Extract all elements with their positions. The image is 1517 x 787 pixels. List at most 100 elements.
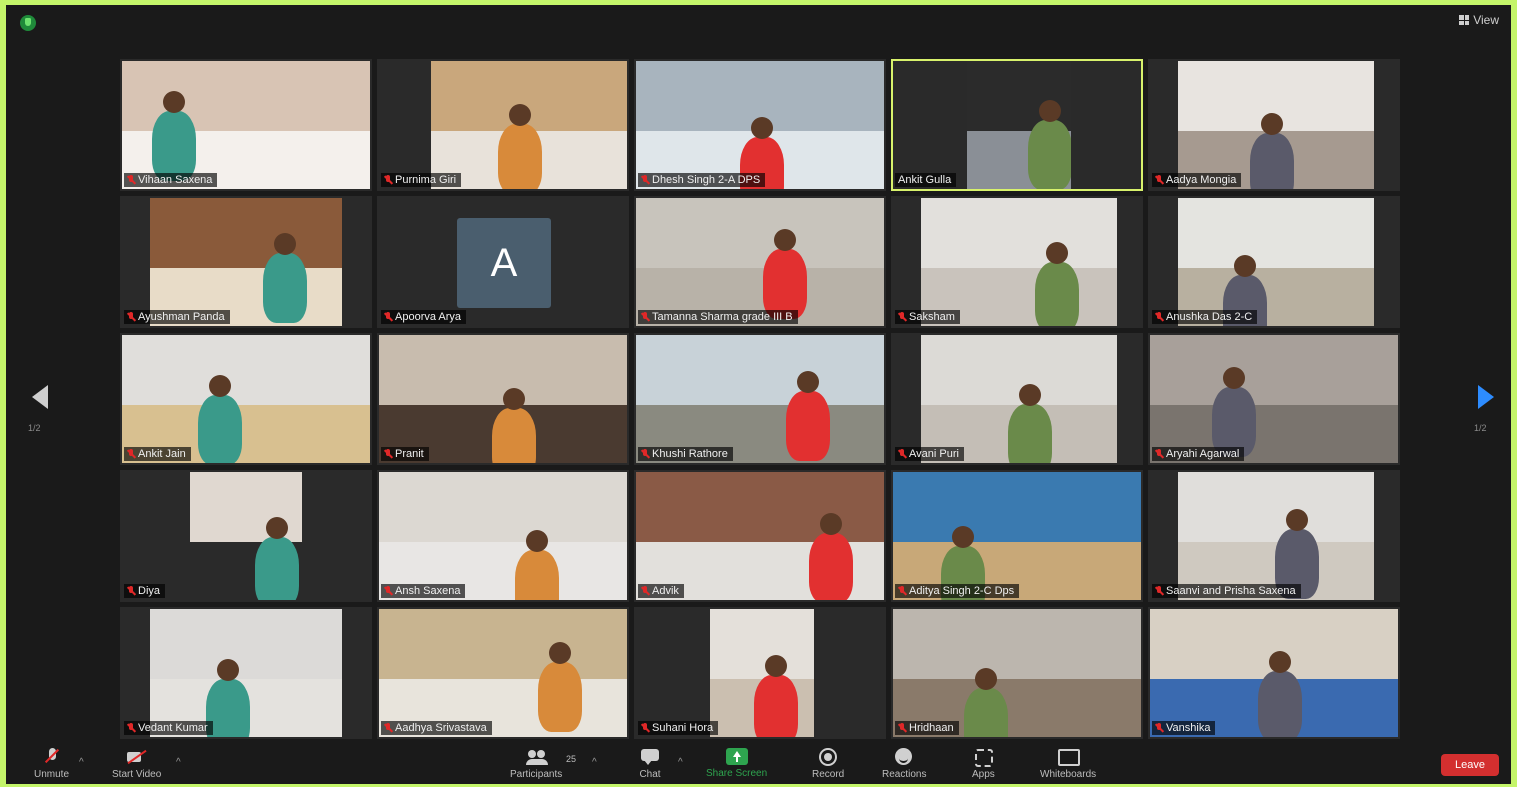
share-screen-icon bbox=[725, 748, 748, 765]
shield-icon[interactable] bbox=[20, 15, 36, 31]
participant-tile[interactable]: Ankit Gulla bbox=[891, 59, 1143, 191]
participant-head bbox=[1286, 509, 1308, 531]
participant-name-tag: Diya bbox=[124, 584, 166, 598]
participant-head bbox=[509, 104, 531, 126]
meeting-toolbar: Unmute ^ Start Video ^ Participants 25 ^… bbox=[6, 742, 1511, 784]
participant-tile[interactable]: Suhani Hora bbox=[634, 607, 886, 739]
participant-figure bbox=[515, 550, 559, 600]
participant-tile[interactable]: Aryahi Agarwal bbox=[1148, 333, 1400, 465]
participant-head bbox=[526, 530, 548, 552]
mic-muted-icon bbox=[1155, 723, 1163, 733]
record-button[interactable]: Record bbox=[812, 748, 844, 780]
participant-tile[interactable]: Saksham bbox=[891, 196, 1143, 328]
participant-tile[interactable]: Aadya Mongia bbox=[1148, 59, 1400, 191]
participant-video bbox=[636, 472, 884, 600]
mic-muted-icon bbox=[1155, 175, 1163, 185]
participant-name-tag: Avani Puri bbox=[895, 447, 964, 461]
participant-figure bbox=[754, 675, 798, 737]
participant-tile[interactable]: Vedant Kumar bbox=[120, 607, 372, 739]
view-button[interactable]: View bbox=[1459, 13, 1499, 27]
video-options-caret[interactable]: ^ bbox=[176, 757, 181, 768]
participant-name-tag: Aryahi Agarwal bbox=[1152, 447, 1245, 461]
mic-muted-icon bbox=[641, 175, 649, 185]
participant-name-tag: Hridhaan bbox=[895, 721, 959, 735]
participant-name: Aadhya Srivastava bbox=[395, 722, 487, 734]
participant-tile[interactable]: Aditya Singh 2-C Dps bbox=[891, 470, 1143, 602]
participant-figure bbox=[809, 533, 853, 600]
chat-options-caret[interactable]: ^ bbox=[678, 757, 683, 768]
chat-button[interactable]: Chat bbox=[639, 748, 661, 780]
participant-video bbox=[710, 609, 814, 737]
participant-tile[interactable]: Ayushman Panda bbox=[120, 196, 372, 328]
participant-name: Vedant Kumar bbox=[138, 722, 208, 734]
participants-button[interactable]: Participants bbox=[510, 748, 562, 780]
participant-head bbox=[1269, 651, 1291, 673]
participant-tile[interactable]: Khushi Rathore bbox=[634, 333, 886, 465]
participant-tile[interactable]: Tamanna Sharma grade III B bbox=[634, 196, 886, 328]
participant-tile[interactable]: Dhesh Singh 2-A DPS bbox=[634, 59, 886, 191]
participant-figure bbox=[1250, 133, 1294, 189]
participant-tile[interactable]: Saanvi and Prisha Saxena bbox=[1148, 470, 1400, 602]
mic-muted-icon bbox=[641, 586, 649, 596]
participant-figure bbox=[1035, 262, 1079, 326]
participant-head bbox=[1046, 242, 1068, 264]
participant-tile[interactable]: Ansh Saxena bbox=[377, 470, 629, 602]
start-video-button[interactable]: Start Video bbox=[112, 748, 161, 780]
participant-tile[interactable]: Vanshika bbox=[1148, 607, 1400, 739]
participant-video bbox=[893, 609, 1141, 737]
participant-video bbox=[967, 61, 1071, 189]
leave-button[interactable]: Leave bbox=[1441, 754, 1499, 776]
mic-muted-icon bbox=[898, 449, 906, 459]
participant-tile[interactable]: Vihaan Saxena bbox=[120, 59, 372, 191]
participant-head bbox=[751, 117, 773, 139]
participant-name: Apoorva Arya bbox=[395, 311, 462, 323]
mic-muted-icon bbox=[127, 723, 135, 733]
zoom-meeting-window: View 1/2 1/2 Vihaan Saxena Purnima Giri Dh… bbox=[6, 5, 1511, 784]
participant-tile[interactable]: Purnima Giri bbox=[377, 59, 629, 191]
mic-muted-icon bbox=[127, 175, 135, 185]
mic-muted-icon bbox=[384, 586, 392, 596]
participants-options-caret[interactable]: ^ bbox=[592, 757, 597, 768]
participant-tile[interactable]: Avani Puri bbox=[891, 333, 1143, 465]
participant-tile[interactable]: Hridhaan bbox=[891, 607, 1143, 739]
participant-video bbox=[1178, 198, 1374, 326]
participant-video bbox=[1150, 609, 1398, 737]
next-page-button[interactable]: 1/2 bbox=[1466, 383, 1506, 443]
participant-tile[interactable]: Advik bbox=[634, 470, 886, 602]
participant-tile[interactable]: A Apoorva Arya bbox=[377, 196, 629, 328]
participant-video bbox=[893, 472, 1141, 600]
participant-name: Anushka Das 2-C bbox=[1166, 311, 1253, 323]
participant-tile[interactable]: Anushka Das 2-C bbox=[1148, 196, 1400, 328]
apps-button[interactable]: Apps bbox=[972, 748, 995, 780]
whiteboards-icon bbox=[1057, 748, 1081, 766]
participant-tile[interactable]: Aadhya Srivastava bbox=[377, 607, 629, 739]
chat-icon bbox=[639, 748, 661, 766]
participant-name: Aryahi Agarwal bbox=[1166, 448, 1240, 460]
participant-avatar: A bbox=[457, 218, 551, 308]
participant-head bbox=[503, 388, 525, 410]
mic-muted-icon bbox=[41, 748, 63, 766]
share-screen-button[interactable]: Share Screen bbox=[706, 748, 767, 779]
previous-page-button[interactable]: 1/2 bbox=[20, 383, 60, 443]
unmute-button[interactable]: Unmute bbox=[34, 748, 69, 780]
mic-muted-icon bbox=[641, 312, 649, 322]
audio-options-caret[interactable]: ^ bbox=[79, 757, 84, 768]
participant-name: Advik bbox=[652, 585, 679, 597]
participant-tile[interactable]: Ankit Jain bbox=[120, 333, 372, 465]
reactions-button[interactable]: Reactions bbox=[882, 748, 926, 780]
participant-name-tag: Purnima Giri bbox=[381, 173, 462, 187]
participant-name-tag: Saksham bbox=[895, 310, 960, 324]
participant-name: Hridhaan bbox=[909, 722, 954, 734]
participant-name: Khushi Rathore bbox=[652, 448, 728, 460]
mic-muted-icon bbox=[898, 723, 906, 733]
participant-name-tag: Ankit Jain bbox=[124, 447, 191, 461]
participant-name-tag: Apoorva Arya bbox=[381, 310, 467, 324]
next-arrow-icon bbox=[1478, 385, 1494, 409]
whiteboards-button[interactable]: Whiteboards bbox=[1040, 748, 1096, 780]
participant-figure bbox=[786, 391, 830, 461]
participant-tile[interactable]: Diya bbox=[120, 470, 372, 602]
participant-name-tag: Aadya Mongia bbox=[1152, 173, 1242, 187]
participant-tile[interactable]: Pranit bbox=[377, 333, 629, 465]
participant-figure bbox=[1028, 120, 1071, 189]
mic-muted-icon bbox=[384, 723, 392, 733]
